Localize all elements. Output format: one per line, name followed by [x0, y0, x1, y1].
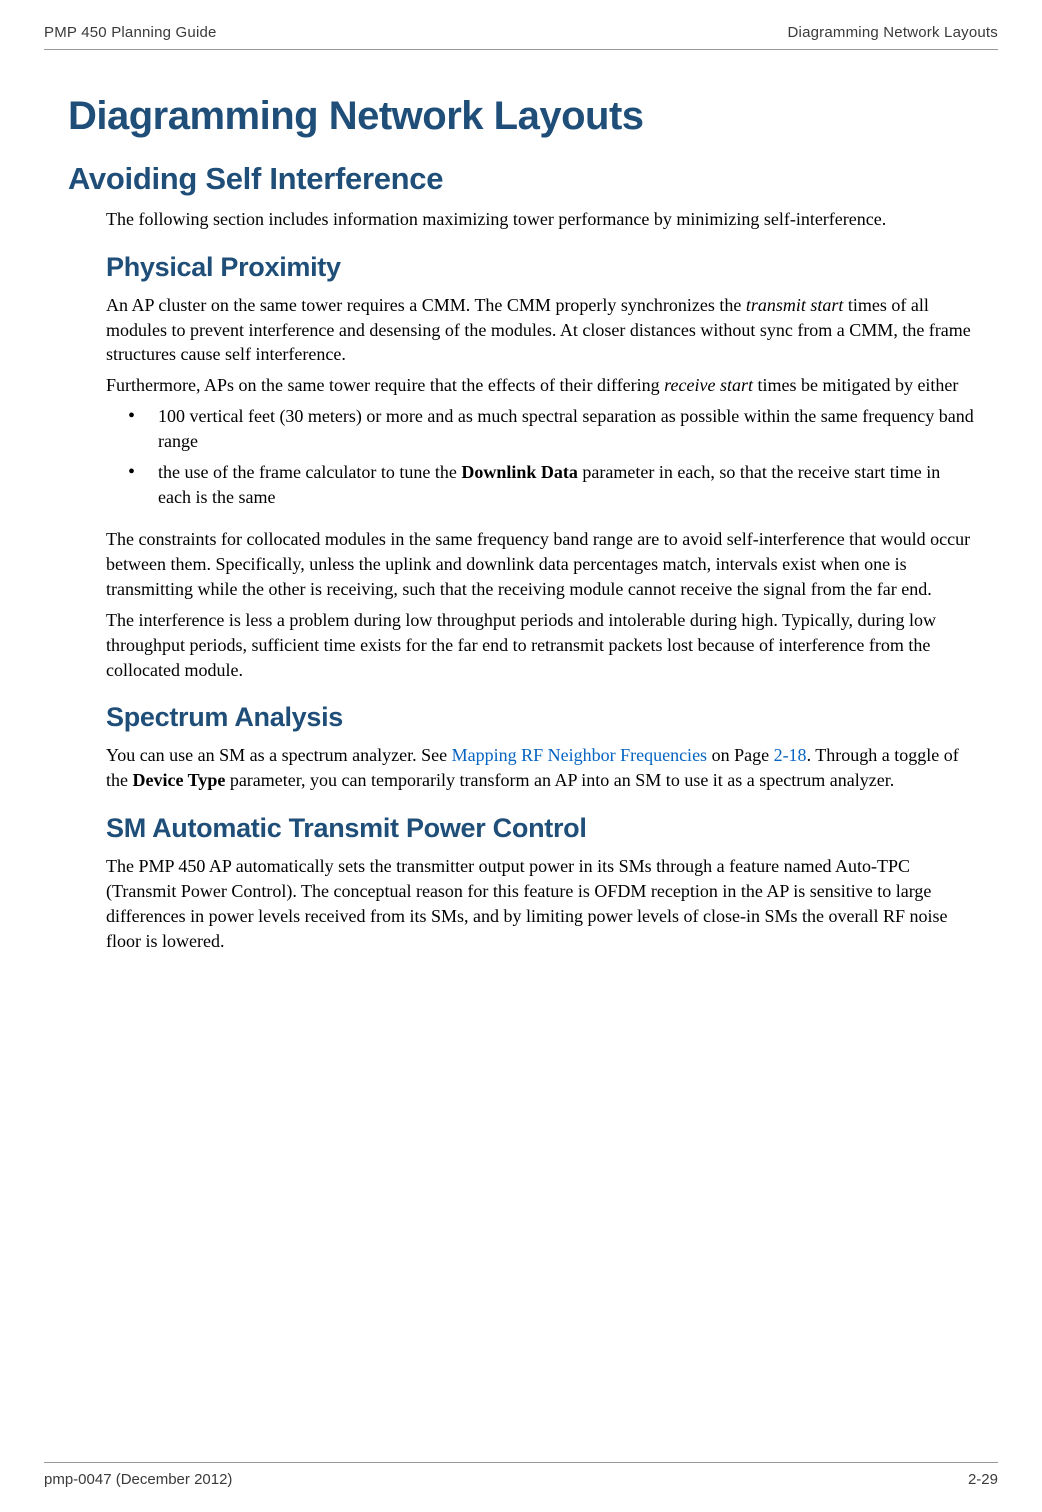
- heading-sm-auto-transmit: SM Automatic Transmit Power Control: [106, 813, 974, 844]
- heading-spectrum-analysis: Spectrum Analysis: [106, 702, 974, 733]
- text: An AP cluster on the same tower requires…: [106, 295, 746, 315]
- text: Furthermore, APs on the same tower requi…: [106, 375, 664, 395]
- footer-right: 2-29: [968, 1471, 998, 1488]
- italic-text: receive start: [664, 375, 753, 395]
- link-page[interactable]: 2-18: [774, 745, 807, 765]
- intro-paragraph: The following section includes informati…: [106, 207, 974, 232]
- heading-1: Diagramming Network Layouts: [68, 94, 974, 139]
- list-item: the use of the frame calculator to tune …: [106, 460, 974, 510]
- footer-left: pmp-0047 (December 2012): [44, 1471, 232, 1488]
- paragraph: The PMP 450 AP automatically sets the tr…: [106, 854, 974, 953]
- header-left: PMP 450 Planning Guide: [44, 24, 217, 41]
- list-item: 100 vertical feet (30 meters) or more an…: [106, 404, 974, 454]
- paragraph: Furthermore, APs on the same tower requi…: [106, 373, 974, 398]
- page-content: Diagramming Network Layouts Avoiding Sel…: [44, 50, 998, 953]
- paragraph: The constraints for collocated modules i…: [106, 527, 974, 601]
- paragraph: An AP cluster on the same tower requires…: [106, 293, 974, 367]
- italic-text: transmit start: [746, 295, 844, 315]
- page-footer: pmp-0047 (December 2012) 2-29: [44, 1462, 998, 1488]
- heading-physical-proximity: Physical Proximity: [106, 252, 974, 283]
- text: the use of the frame calculator to tune …: [158, 462, 461, 482]
- bullet-list: 100 vertical feet (30 meters) or more an…: [106, 404, 974, 509]
- link-text[interactable]: Mapping RF Neighbor Frequencies: [452, 745, 707, 765]
- text: parameter, you can temporarily transform…: [225, 770, 894, 790]
- text: You can use an SM as a spectrum analyzer…: [106, 745, 452, 765]
- bold-text: Device Type: [133, 770, 226, 790]
- text: on Page: [707, 745, 774, 765]
- heading-2: Avoiding Self Interference: [68, 161, 974, 197]
- paragraph: You can use an SM as a spectrum analyzer…: [106, 743, 974, 793]
- page-header: PMP 450 Planning Guide Diagramming Netwo…: [44, 24, 998, 50]
- paragraph: The interference is less a problem durin…: [106, 608, 974, 682]
- bold-text: Downlink Data: [461, 462, 578, 482]
- header-right: Diagramming Network Layouts: [788, 24, 998, 41]
- text: times be mitigated by either: [753, 375, 958, 395]
